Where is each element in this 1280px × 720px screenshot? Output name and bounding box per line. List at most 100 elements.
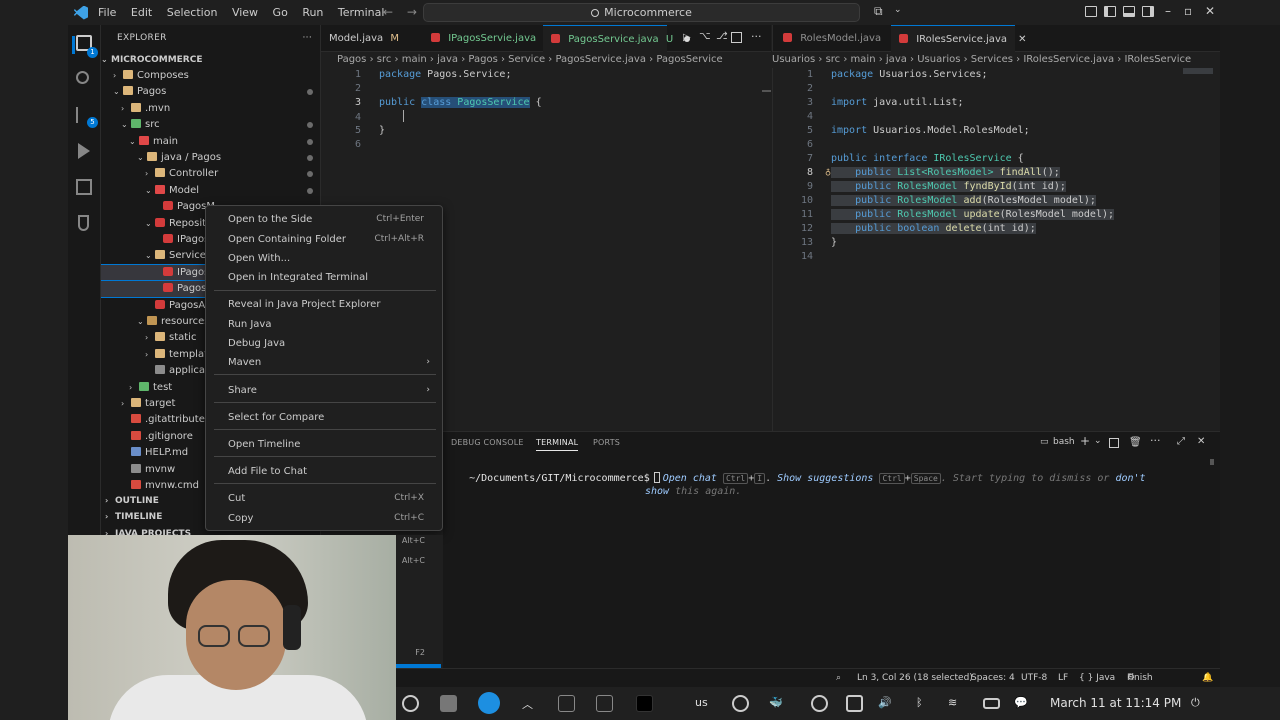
docker-icon[interactable] bbox=[478, 692, 500, 714]
screen-icon[interactable] bbox=[846, 695, 863, 712]
more-actions-icon[interactable]: ··· bbox=[751, 30, 762, 43]
cursor-position[interactable]: Ln 3, Col 26 (18 selected) bbox=[857, 669, 973, 687]
menu-edit[interactable]: Edit bbox=[131, 6, 152, 19]
menu-file[interactable]: File bbox=[98, 6, 116, 19]
menu-go[interactable]: Go bbox=[273, 6, 288, 19]
tab-terminal[interactable]: TERMINAL bbox=[536, 438, 579, 451]
menu-item-reveal-in-java-project-explorer[interactable]: Reveal in Java Project Explorer bbox=[228, 295, 436, 314]
tree-item[interactable]: ⌄ Pagos bbox=[101, 84, 320, 100]
breadcrumb-segment[interactable]: PagosService.java bbox=[555, 54, 645, 65]
run-file-icon[interactable]: ▷ bbox=[683, 32, 691, 43]
split-terminal-icon[interactable] bbox=[1109, 438, 1119, 448]
tree-item[interactable]: › Composes bbox=[101, 68, 320, 84]
maximize-icon[interactable]: ▫ bbox=[1184, 4, 1192, 18]
menu-selection[interactable]: Selection bbox=[167, 6, 218, 19]
power-icon[interactable]: ⏻ bbox=[1191, 696, 1200, 710]
menu-item-open-containing-folder[interactable]: Open Containing Folder Ctrl+Alt+R bbox=[228, 230, 436, 249]
breadcrumb-segment[interactable]: Pagos bbox=[337, 54, 366, 65]
language-mode[interactable]: { } Java bbox=[1079, 669, 1115, 687]
toggle-sidebar-icon[interactable] bbox=[1104, 6, 1116, 17]
menu-item-share[interactable]: Share › bbox=[228, 381, 436, 400]
menu-item-cut[interactable]: Cut Ctrl+X bbox=[228, 489, 436, 508]
breadcrumb-segment[interactable]: IRolesService.java bbox=[1023, 54, 1114, 65]
menu-item-run-java[interactable]: Run Java bbox=[228, 315, 436, 334]
battery-icon[interactable] bbox=[983, 698, 1000, 709]
minimize-icon[interactable]: – bbox=[1165, 4, 1171, 18]
breadcrumb-segment[interactable]: src bbox=[826, 54, 841, 65]
indentation[interactable]: Spaces: 4 bbox=[971, 669, 1015, 687]
menu-terminal[interactable]: Terminal bbox=[338, 6, 385, 19]
split-editor-icon[interactable] bbox=[731, 32, 742, 43]
tray-app-icon[interactable] bbox=[732, 695, 749, 712]
tab-ipagosservie-java[interactable]: IPagosServie.java U bbox=[423, 25, 551, 52]
zoom-icon[interactable]: ⌕ bbox=[836, 669, 841, 687]
settings-app-icon[interactable] bbox=[440, 695, 457, 712]
clock[interactable]: March 11 at 11:14 PM bbox=[1050, 696, 1181, 710]
menu-run[interactable]: Run bbox=[302, 6, 323, 19]
encoding[interactable]: UTF-8 bbox=[1021, 669, 1047, 687]
chevron-down-icon[interactable]: ⌄ bbox=[1094, 436, 1102, 446]
notifications-bell-icon[interactable]: 🔔 bbox=[1202, 669, 1213, 687]
accessibility-icon[interactable] bbox=[811, 695, 828, 712]
tree-item[interactable]: ⌄ java / Pagos bbox=[101, 150, 320, 166]
menu-item-open-in-integrated-terminal[interactable]: Open in Integrated Terminal bbox=[228, 268, 436, 287]
menu-item-select-for-compare[interactable]: Select for Compare bbox=[228, 408, 436, 427]
trash-icon[interactable]: 🗑 bbox=[1129, 437, 1142, 448]
minimap[interactable] bbox=[1183, 68, 1213, 74]
bluetooth-icon[interactable]: ᛒ bbox=[916, 696, 923, 709]
close-window-icon[interactable]: ✕ bbox=[1205, 4, 1215, 18]
shell-name[interactable]: bash bbox=[1053, 437, 1075, 447]
breadcrumb-segment[interactable]: Usuarios bbox=[917, 54, 960, 65]
launcher-icon[interactable] bbox=[402, 695, 419, 712]
testing-icon[interactable] bbox=[78, 215, 89, 231]
search-icon[interactable] bbox=[76, 71, 89, 84]
tree-item[interactable]: ⌄ main bbox=[101, 134, 320, 150]
open-changes-icon[interactable]: ⌥ bbox=[699, 31, 711, 42]
tray-app-icon[interactable] bbox=[596, 695, 613, 712]
volume-icon[interactable]: 🔊 bbox=[878, 696, 892, 709]
scrollbar[interactable] bbox=[762, 90, 771, 92]
tab-ports[interactable]: PORTS bbox=[593, 438, 620, 447]
tray-app-icon[interactable] bbox=[636, 695, 653, 712]
chevron-up-icon[interactable]: ︿ bbox=[522, 696, 533, 712]
lightbulb-icon[interactable]: ♁ bbox=[825, 166, 831, 180]
dont-show-link[interactable]: don't bbox=[1115, 473, 1145, 484]
run-debug-icon[interactable] bbox=[78, 143, 90, 159]
chat-icon[interactable]: 💬 bbox=[1014, 696, 1028, 709]
breadcrumb-segment[interactable]: main bbox=[851, 54, 876, 65]
forward-arrow-icon[interactable]: → bbox=[407, 5, 417, 19]
breadcrumb-segment[interactable]: main bbox=[402, 54, 427, 65]
more-actions-icon[interactable]: ··· bbox=[1150, 434, 1161, 447]
breadcrumb-segment[interactable]: java bbox=[886, 54, 907, 65]
customize-layout-icon[interactable] bbox=[1085, 6, 1097, 17]
menu-view[interactable]: View bbox=[232, 6, 258, 19]
docker-tray-icon[interactable]: 🐳 bbox=[769, 696, 783, 709]
menu-item-maven[interactable]: Maven › bbox=[228, 353, 436, 372]
tree-item[interactable]: ⌄ Model bbox=[101, 183, 320, 199]
breadcrumb-segment[interactable]: Services bbox=[971, 54, 1013, 65]
scrollbar[interactable] bbox=[1210, 459, 1214, 465]
right-editor[interactable]: 1 package Usuarios.Services; 2 3 import ja… bbox=[772, 68, 1220, 431]
toggle-panel-icon[interactable] bbox=[1123, 6, 1135, 17]
toggle-secondary-sidebar-icon[interactable] bbox=[1142, 6, 1154, 17]
breadcrumb-segment[interactable]: src bbox=[377, 54, 392, 65]
source-control-diff-icon[interactable]: ⎇ bbox=[716, 31, 728, 42]
tab-debug-console[interactable]: DEBUG CONSOLE bbox=[451, 438, 524, 447]
tree-item[interactable]: › .mvn bbox=[101, 101, 320, 117]
terminal-output[interactable]: ~/Documents/GIT/Microcommerce$ Open chat … bbox=[445, 459, 1146, 511]
breadcrumb-segment[interactable]: PagosService bbox=[656, 54, 722, 65]
maximize-panel-icon[interactable]: ⤢ bbox=[1177, 436, 1185, 447]
tree-item[interactable]: › Controller bbox=[101, 166, 320, 182]
menu-item-open-to-the-side[interactable]: Open to the Side Ctrl+Enter bbox=[228, 210, 436, 229]
explorer-root[interactable]: ⌄ MICROCOMMERCE bbox=[101, 52, 320, 68]
keyboard-layout[interactable]: us bbox=[695, 696, 708, 709]
menu-item-open-timeline[interactable]: Open Timeline bbox=[228, 435, 436, 454]
close-tab-icon[interactable]: ✕ bbox=[1018, 34, 1026, 45]
wifi-icon[interactable]: ≋ bbox=[948, 696, 957, 709]
back-arrow-icon[interactable]: ← bbox=[383, 5, 393, 19]
tree-item[interactable]: ⌄ src bbox=[101, 117, 320, 133]
tab-model-java[interactable]: Model.java M bbox=[321, 25, 423, 52]
breadcrumb-segment[interactable]: IRolesService bbox=[1124, 54, 1191, 65]
end-of-line[interactable]: LF bbox=[1058, 669, 1068, 687]
menu-item-add-file-to-chat[interactable]: Add File to Chat bbox=[228, 462, 436, 481]
